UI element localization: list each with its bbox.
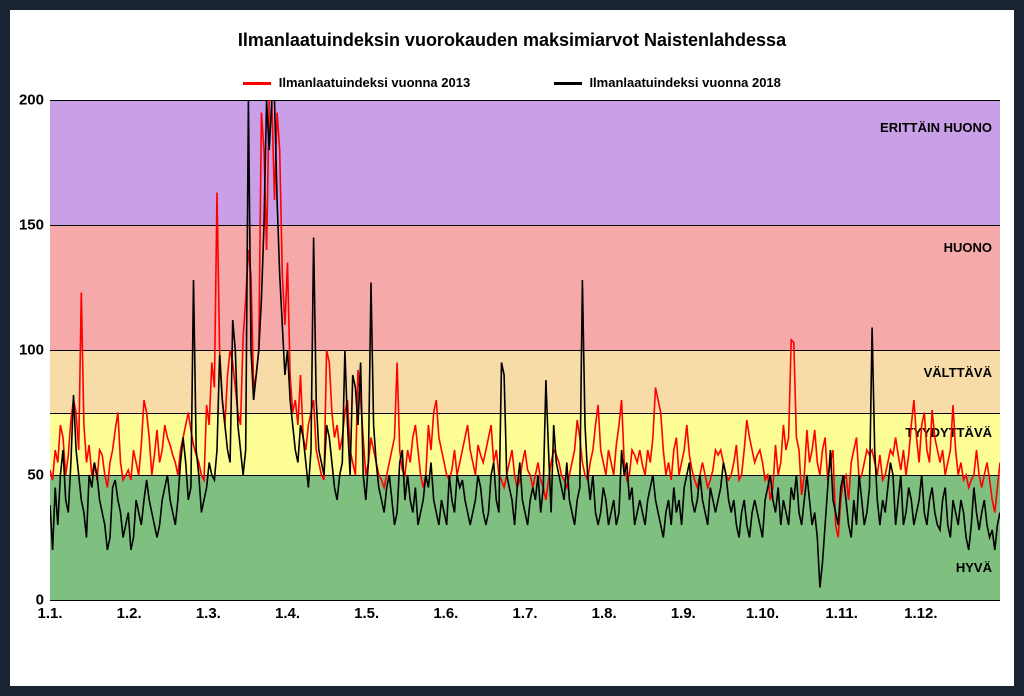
- legend-label: Ilmanlaatuindeksi vuonna 2018: [589, 75, 780, 90]
- legend: Ilmanlaatuindeksi vuonna 2013 Ilmanlaatu…: [10, 75, 1014, 90]
- x-tick: 1.12.: [904, 605, 937, 622]
- y-tick: 100: [19, 342, 44, 359]
- y-tick: 150: [19, 217, 44, 234]
- chart-container: Ilmanlaatuindeksin vuorokauden maksimiar…: [10, 10, 1014, 686]
- legend-line-icon: [243, 82, 271, 85]
- x-tick: 1.10.: [746, 605, 779, 622]
- chart-lines: [50, 100, 1000, 600]
- x-tick: 1.8.: [592, 605, 617, 622]
- legend-item-2013: Ilmanlaatuindeksi vuonna 2013: [243, 75, 470, 90]
- x-tick: 1.9.: [671, 605, 696, 622]
- x-tick: 1.4.: [275, 605, 300, 622]
- chart-title: Ilmanlaatuindeksin vuorokauden maksimiar…: [10, 30, 1014, 51]
- x-tick: 1.11.: [825, 605, 858, 622]
- legend-label: Ilmanlaatuindeksi vuonna 2013: [279, 75, 470, 90]
- y-tick: 50: [27, 467, 44, 484]
- series-line: [50, 100, 1000, 588]
- x-tick: 1.7.: [512, 605, 537, 622]
- legend-line-icon: [554, 82, 582, 85]
- gridline: [50, 600, 1000, 601]
- x-tick: 1.5.: [354, 605, 379, 622]
- x-tick: 1.3.: [196, 605, 221, 622]
- x-tick: 1.6.: [433, 605, 458, 622]
- y-tick: 200: [19, 92, 44, 109]
- plot-area: ERITTÄIN HUONO HUONO VÄLTTÄVÄ TYYDYTTÄVÄ…: [50, 100, 1000, 600]
- x-tick: 1.1.: [37, 605, 62, 622]
- x-tick: 1.2.: [117, 605, 142, 622]
- x-axis: 1.1.1.2.1.3.1.4.1.5.1.6.1.7.1.8.1.9.1.10…: [50, 605, 1000, 625]
- legend-item-2018: Ilmanlaatuindeksi vuonna 2018: [554, 75, 781, 90]
